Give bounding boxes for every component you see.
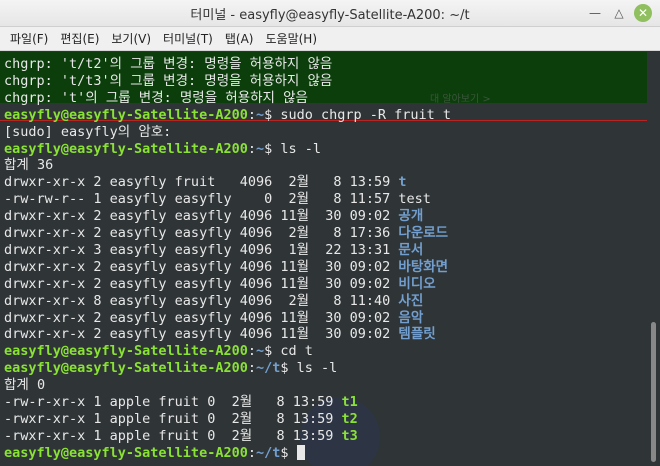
line-text: -rw-r-xr-x 1 apple fruit 0 2월 8 13:59: [4, 394, 342, 410]
file-name: 바탕화면: [398, 258, 449, 275]
file-name: 비디오: [398, 275, 436, 292]
maximize-icon[interactable]: △: [610, 4, 628, 22]
line-text: 합계 36: [4, 157, 54, 174]
file-name: 공개: [398, 208, 424, 225]
file-name: t2: [341, 410, 358, 427]
menu-tabs[interactable]: 탭(A): [219, 30, 260, 47]
terminal-line: drwxr-xr-x 2 easyfly fruit 4096 2월 8 13:…: [4, 174, 407, 191]
line-text: :: [247, 360, 256, 377]
file-name: 다운로드: [398, 225, 449, 241]
menu-terminal[interactable]: 터미널(T): [157, 30, 219, 47]
terminal-window: 터미널 - easyfly@easyfly-Satellite-A200: ~/…: [0, 0, 660, 466]
terminal-line: chgrp: 't/t3'의 그룹 변경: 명령을 허용하지 않음: [4, 73, 332, 90]
file-name: ~: [255, 140, 265, 157]
line-text: :: [247, 444, 256, 461]
prompt-user: easyfly@easyfly-Satellite-A200: [4, 343, 248, 360]
file-name: t3: [341, 427, 358, 444]
line-text: :: [247, 140, 256, 157]
terminal-line: drwxr-xr-x 8 easyfly easyfly 4096 2월 8 1…: [4, 293, 423, 310]
terminal-line: -rwxr-xr-x 1 apple fruit 0 2월 8 13:59 t2: [4, 411, 358, 428]
file-name: 템플릿: [398, 326, 436, 343]
line-text: drwxr-xr-x 2 easyfly easyfly 4096 11월 30…: [4, 326, 399, 343]
terminal-line: easyfly@easyfly-Satellite-A200:~$ ls -l: [4, 141, 321, 158]
scrollbar[interactable]: [647, 52, 660, 466]
terminal-line: chgrp: 't'의 그룹 변경: 명령을 허용하지 않음: [4, 90, 308, 107]
terminal-line: 합계 0: [4, 377, 45, 394]
line-text: :: [247, 106, 256, 123]
minimize-icon[interactable]: —: [586, 4, 604, 22]
terminal-line: easyfly@easyfly-Satellite-A200:~$ sudo c…: [4, 107, 451, 124]
file-name: t: [398, 174, 407, 191]
file-name: ~/t: [255, 360, 281, 377]
line-text: drwxr-xr-x 8 easyfly easyfly 4096 2월 8 1…: [4, 292, 399, 309]
text-cursor: [296, 445, 305, 461]
line-text: $ ls -l: [280, 360, 338, 377]
line-text: -rw-rw-r-- 1 easyfly easyfly 0 2월 8 11:5…: [4, 191, 431, 208]
terminal-line: easyfly@easyfly-Satellite-A200:~$ cd t: [4, 343, 313, 360]
line-text: $ sudo chgrp -R fruit t: [264, 106, 452, 123]
terminal-line: drwxr-xr-x 2 easyfly easyfly 4096 11월 30…: [4, 276, 436, 293]
menu-view[interactable]: 보기(V): [105, 30, 157, 47]
file-name: 사진: [398, 292, 424, 309]
line-text: chgrp: 't'의 그룹 변경: 명령을 허용하지 않음: [4, 89, 308, 106]
terminal-line: drwxr-xr-x 3 easyfly easyfly 4096 1월 22 …: [4, 242, 423, 259]
line-text: drwxr-xr-x 2 easyfly easyfly 4096 11월 30…: [4, 309, 399, 326]
line-text: 합계 0: [4, 377, 46, 394]
file-name: 문서: [398, 241, 424, 258]
line-text: drwxr-xr-x 2 easyfly easyfly 4096 11월 30…: [4, 275, 399, 292]
file-name: ~: [255, 106, 265, 123]
terminal-line: drwxr-xr-x 2 easyfly easyfly 4096 11월 30…: [4, 326, 436, 343]
terminal-line: easyfly@easyfly-Satellite-A200:~/t$ ls -…: [4, 360, 337, 377]
terminal-line: 합계 36: [4, 157, 53, 174]
prompt-user: easyfly@easyfly-Satellite-A200: [4, 106, 248, 123]
file-name: ~: [255, 343, 265, 360]
terminal-output[interactable]: 대 알아보기 > chgrp: 't/t2'의 그룹 변경: 명령을 허용하지 …: [0, 52, 647, 466]
close-icon[interactable]: ✕: [634, 4, 652, 22]
line-text: -rwxr-xr-x 1 apple fruit 0 2월 8 13:59: [4, 427, 342, 444]
line-text: $: [280, 444, 297, 461]
line-text: :: [247, 343, 256, 360]
terminal-line: drwxr-xr-x 2 easyfly easyfly 4096 2월 8 1…: [4, 225, 448, 242]
terminal-line: easyfly@easyfly-Satellite-A200:~/t$: [4, 445, 305, 462]
overlay-ghost-text: 대 알아보기 >: [430, 90, 647, 105]
terminal-line: -rwxr-xr-x 1 apple fruit 0 2월 8 13:59 t3: [4, 428, 358, 445]
menu-edit[interactable]: 편집(E): [54, 30, 105, 47]
terminal-line: chgrp: 't/t2'의 그룹 변경: 명령을 허용하지 않음: [4, 56, 332, 73]
line-text: $ cd t: [264, 343, 313, 360]
terminal-line: -rw-r-xr-x 1 apple fruit 0 2월 8 13:59 t1: [4, 394, 358, 411]
ghost-text: 대 알아보기 >: [430, 94, 491, 105]
line-text: -rwxr-xr-x 1 apple fruit 0 2월 8 13:59: [4, 410, 342, 427]
terminal-line: drwxr-xr-x 2 easyfly easyfly 4096 11월 30…: [4, 310, 423, 327]
terminal-line: drwxr-xr-x 2 easyfly easyfly 4096 11월 30…: [4, 208, 423, 225]
prompt-user: easyfly@easyfly-Satellite-A200: [4, 360, 248, 377]
line-text: [sudo] easyfly의 암호:: [4, 123, 180, 140]
line-text: chgrp: 't/t2'의 그룹 변경: 명령을 허용하지 않음: [4, 56, 333, 72]
line-text: drwxr-xr-x 2 easyfly fruit 4096 2월 8 13:…: [4, 174, 399, 191]
terminal-line: drwxr-xr-x 2 easyfly easyfly 4096 11월 30…: [4, 259, 448, 276]
menu-help[interactable]: 도움말(H): [260, 30, 324, 47]
menu-bar: 파일(F) 편집(E) 보기(V) 터미널(T) 탭(A) 도움말(H): [0, 27, 660, 51]
prompt-user: easyfly@easyfly-Satellite-A200: [4, 444, 248, 461]
terminal-line: [sudo] easyfly의 암호:: [4, 124, 179, 141]
prompt-user: easyfly@easyfly-Satellite-A200: [4, 140, 248, 157]
file-name: 음악: [398, 309, 424, 326]
file-name: t1: [341, 394, 358, 410]
title-bar[interactable]: 터미널 - easyfly@easyfly-Satellite-A200: ~/…: [0, 0, 660, 27]
line-text: drwxr-xr-x 2 easyfly easyfly 4096 11월 30…: [4, 208, 399, 225]
line-text: drwxr-xr-x 3 easyfly easyfly 4096 1월 22 …: [4, 241, 399, 258]
line-text: chgrp: 't/t3'의 그룹 변경: 명령을 허용하지 않음: [4, 72, 333, 89]
terminal-line: -rw-rw-r-- 1 easyfly easyfly 0 2월 8 11:5…: [4, 191, 431, 208]
window-title: 터미널 - easyfly@easyfly-Satellite-A200: ~/…: [190, 8, 470, 23]
line-text: $ ls -l: [264, 140, 322, 157]
line-text: drwxr-xr-x 2 easyfly easyfly 4096 11월 30…: [4, 258, 399, 275]
file-name: ~/t: [255, 444, 281, 461]
menu-file[interactable]: 파일(F): [4, 30, 54, 47]
scrollbar-thumb[interactable]: [651, 322, 656, 462]
line-text: drwxr-xr-x 2 easyfly easyfly 4096 2월 8 1…: [4, 225, 399, 241]
